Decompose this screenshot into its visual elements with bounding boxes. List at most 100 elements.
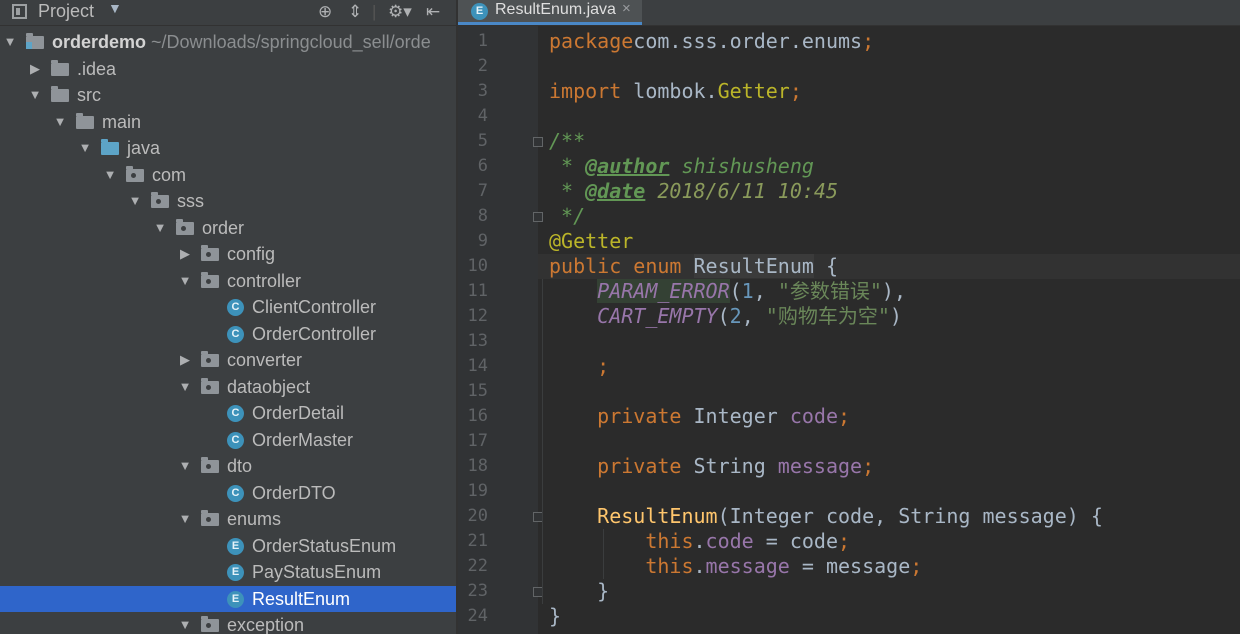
code-token: PARAM_ERROR: [597, 279, 730, 303]
expanded-arrow-icon[interactable]: ▼: [178, 453, 192, 480]
code-token: package: [549, 29, 634, 53]
tree-item-text: controller: [227, 270, 302, 291]
line-number: 19: [467, 481, 488, 501]
tree-item-orderdemo[interactable]: ▼ orderdemo ~/Downloads/springcloud_sell/…: [0, 29, 456, 56]
expanded-arrow-icon[interactable]: ▼: [178, 374, 192, 401]
code-line-text: * @date 2018/6/11 10:45: [549, 179, 838, 204]
tree-item-sss[interactable]: ▼ sss: [0, 188, 456, 215]
expanded-arrow-icon[interactable]: ▼: [28, 82, 42, 109]
collapsed-arrow-icon[interactable]: ▶: [28, 56, 42, 83]
tree-item-orderstatusenum[interactable]: E OrderStatusEnum: [0, 533, 456, 560]
tree-item-orderdetail[interactable]: C OrderDetail: [0, 400, 456, 427]
tree-item-text: sss: [177, 191, 204, 211]
code-line: ;: [538, 354, 1240, 379]
tree-item-text: converter: [227, 350, 303, 370]
code-token: "参数错误": [777, 279, 882, 303]
tree-item-label: com: [152, 162, 186, 189]
tree-item-enums[interactable]: ▼ enums: [0, 506, 456, 533]
tree-item-config[interactable]: ▶ config: [0, 241, 456, 268]
locate-icon[interactable]: ⊕: [318, 2, 332, 22]
expanded-arrow-icon[interactable]: ▼: [153, 215, 167, 242]
code-token: shishusheng: [669, 154, 814, 178]
tree-item-label: order: [202, 215, 244, 242]
tree-item-text: enums: [227, 509, 282, 529]
line-number: 10: [467, 256, 488, 276]
tree-item-ordermaster[interactable]: C OrderMaster: [0, 427, 456, 454]
tree-item-label: OrderController: [252, 321, 376, 348]
tree-item-text: PayStatusEnum: [252, 562, 382, 582]
code-line-text: private Integer code;: [549, 404, 850, 429]
code-token: ResultEnum: [693, 254, 814, 278]
tree-item-controller[interactable]: ▼ controller: [0, 268, 456, 295]
module-path-hint: ~/Downloads/springcloud_sell/orde: [146, 32, 431, 52]
code-token: this: [549, 554, 694, 578]
collapsed-arrow-icon[interactable]: ▶: [178, 347, 192, 374]
expanded-arrow-icon[interactable]: ▼: [3, 29, 17, 56]
tree-item-com[interactable]: ▼ com: [0, 162, 456, 189]
gear-icon[interactable]: ⚙▾: [388, 2, 412, 22]
tree-item-converter[interactable]: ▶ converter: [0, 347, 456, 374]
tree-item-text: OrderDTO: [252, 482, 336, 503]
expanded-arrow-icon[interactable]: ▼: [128, 188, 142, 215]
code-token: = message: [789, 554, 911, 578]
collapse-all-icon[interactable]: ⇕: [348, 2, 362, 22]
folder-icon: [51, 59, 69, 76]
package-icon: [201, 616, 219, 632]
tree-item-dataobject[interactable]: ▼ dataobject: [0, 374, 456, 401]
tree-item-exception[interactable]: ▼ exception: [0, 612, 456, 634]
expanded-arrow-icon[interactable]: ▼: [178, 268, 192, 295]
line-number: 20: [467, 506, 488, 526]
tree-item-clientcontroller[interactable]: C ClientController: [0, 294, 456, 321]
code-token: @author: [585, 154, 670, 178]
chevron-down-icon[interactable]: ▼: [108, 0, 122, 16]
code-token: ,: [741, 304, 766, 328]
code-line-text: import lombok.Getter;: [549, 79, 802, 104]
package-icon: [201, 351, 219, 367]
package-icon: [201, 457, 219, 473]
expanded-arrow-icon[interactable]: ▼: [178, 506, 192, 533]
enum-icon: E: [227, 590, 244, 608]
code-token: 2: [729, 304, 742, 328]
expanded-arrow-icon[interactable]: ▼: [78, 135, 92, 162]
code-line: * @date 2018/6/11 10:45: [538, 179, 1240, 204]
code-token: Getter: [717, 79, 790, 103]
expanded-arrow-icon[interactable]: ▼: [103, 162, 117, 189]
code-line: this.code = code;: [538, 529, 1240, 554]
code-editor[interactable]: packagecom.sss.order.enums; import lombok…: [538, 26, 1240, 634]
tree-item-idea[interactable]: ▶ .idea: [0, 56, 456, 83]
tree-item-order[interactable]: ▼ order: [0, 215, 456, 242]
tree-item-orderdto[interactable]: C OrderDTO: [0, 480, 456, 507]
tree-item-src[interactable]: ▼ src: [0, 82, 456, 109]
tab-resultenum-java[interactable]: E ResultEnum.java ×: [458, 0, 642, 25]
tree-item-label: OrderDTO: [252, 480, 336, 507]
tree-item-dto[interactable]: ▼ dto: [0, 453, 456, 480]
code-line: /**: [538, 129, 1240, 154]
line-number: 9: [477, 231, 488, 251]
expanded-arrow-icon[interactable]: ▼: [178, 612, 192, 634]
code-token: ResultEnum: [549, 504, 718, 528]
close-icon[interactable]: ×: [622, 0, 631, 17]
tree-item-paystatusenum[interactable]: E PayStatusEnum: [0, 559, 456, 586]
code-token: }: [549, 604, 562, 628]
tree-item-ordercontroller[interactable]: C OrderController: [0, 321, 456, 348]
code-line: public enum ResultEnum {: [538, 254, 1240, 279]
collapsed-arrow-icon[interactable]: ▶: [178, 241, 192, 268]
indent-guide: [542, 279, 543, 604]
code-line-text: PARAM_ERROR(1, "参数错误"),: [549, 279, 906, 304]
code-token: public enum: [549, 254, 694, 278]
project-view-dropdown[interactable]: Project: [38, 1, 94, 22]
expanded-arrow-icon[interactable]: ▼: [53, 109, 67, 136]
tree-item-main[interactable]: ▼ main: [0, 109, 456, 136]
hide-panel-icon[interactable]: ⇤: [426, 2, 440, 22]
tree-item-resultenum[interactable]: E ResultEnum: [0, 585, 456, 612]
code-line: @Getter: [538, 229, 1240, 254]
tree-item-text: dataobject: [227, 376, 311, 397]
tree-item-java[interactable]: ▼ java: [0, 135, 456, 162]
line-number: 21: [467, 531, 488, 551]
tree-item-text: dto: [227, 456, 253, 476]
line-number: 6: [477, 156, 488, 176]
line-number-gutter: 1 2 3 4 5 6 7 8 9 10 11 12 13 14 15 16 17 18 19 20 21 22 23 24: [458, 26, 543, 634]
code-token: @date: [585, 179, 646, 203]
